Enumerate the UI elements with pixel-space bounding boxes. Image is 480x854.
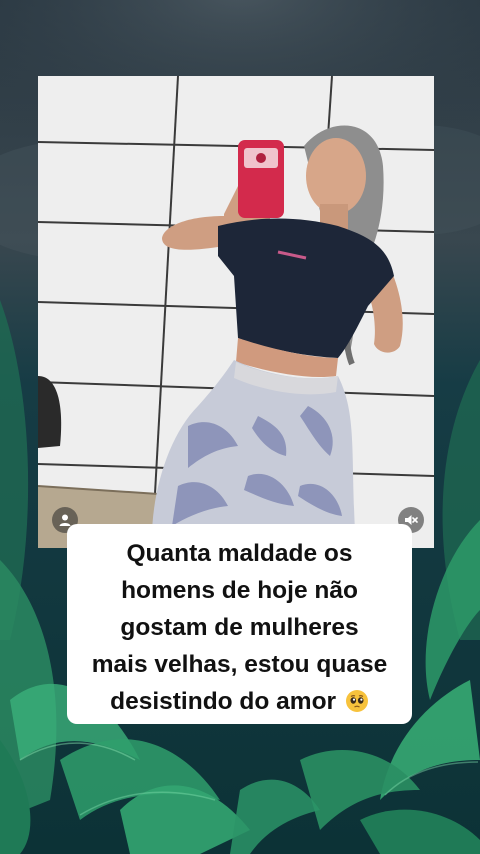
caption-box: Quanta maldade os homens de hoje não gos… — [67, 524, 412, 724]
caption-line: gostam de mulheres — [120, 614, 359, 641]
story-view: Quanta maldade os homens de hoje não gos… — [0, 0, 480, 854]
caption-line-text: desistindo do amor — [110, 688, 337, 715]
caption-line: homens de hoje não — [121, 577, 358, 604]
caption-line-last: desistindo do amor — [75, 683, 404, 720]
pleading-face-icon — [345, 690, 368, 712]
story-photo — [38, 76, 434, 548]
person-tag-icon — [59, 514, 71, 526]
caption-line: Quanta maldade os — [126, 540, 353, 567]
caption-line: mais velhas, estou quase — [91, 651, 388, 678]
